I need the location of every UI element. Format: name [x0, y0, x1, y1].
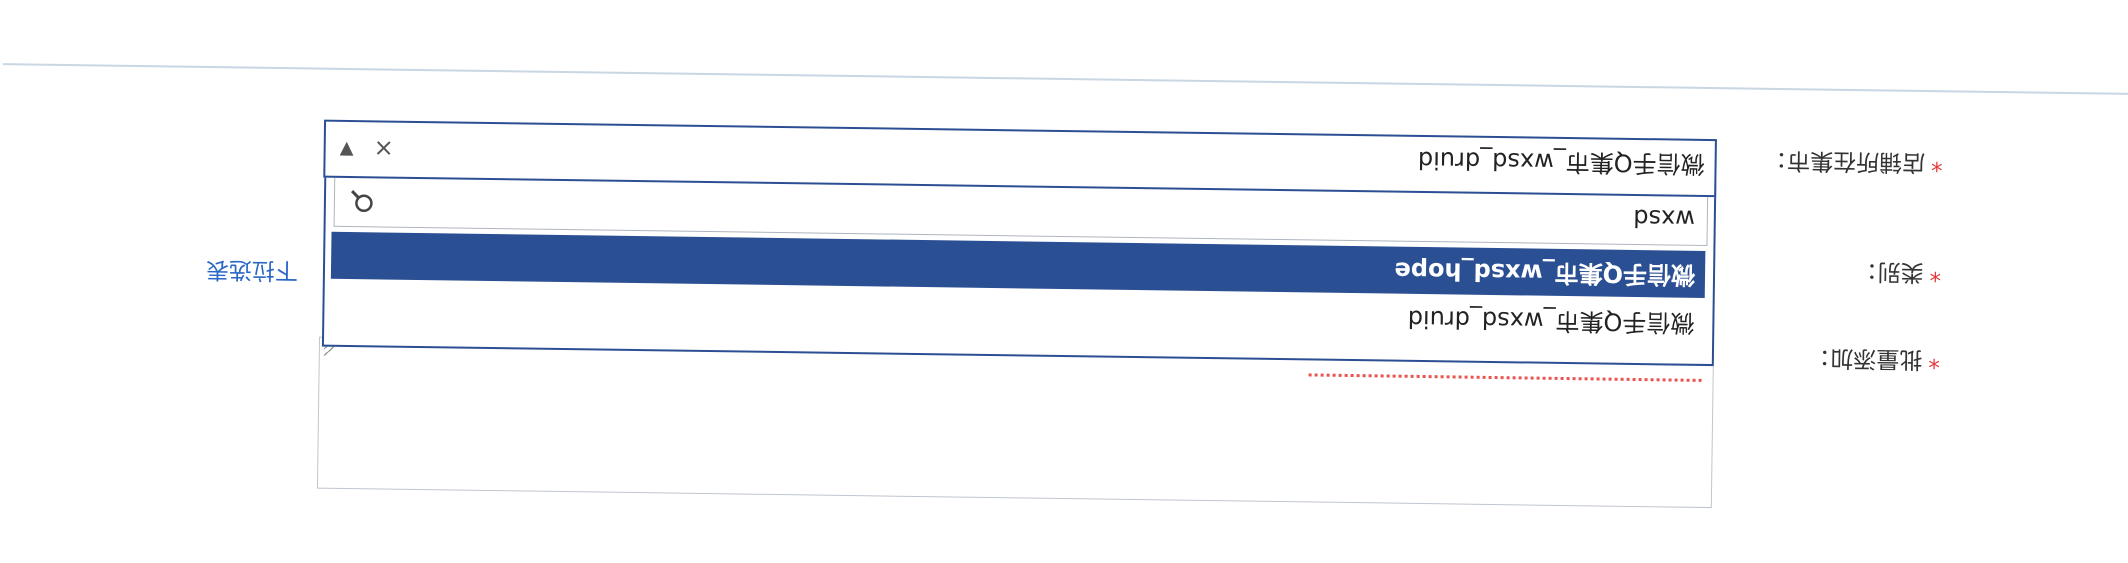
close-icon[interactable]: × [373, 134, 393, 162]
search-icon [351, 190, 373, 212]
market-label-row: *店铺所在集市： [1764, 146, 1943, 182]
market-select-value: 微信手Q集市_wxsd_druid [1417, 145, 1705, 178]
required-mark: * [1928, 346, 1941, 373]
chevron-down-icon[interactable]: ▼ [340, 139, 354, 160]
required-mark: * [1930, 149, 1943, 176]
toggle-dropdown-link[interactable]: 下拉选表 [206, 255, 298, 290]
batch-add-label-row: *批量添加： [1807, 343, 1940, 379]
category-label: 类别： [1854, 258, 1924, 286]
required-mark: * [1929, 259, 1942, 286]
divider [2, 63, 2128, 95]
batch-add-label: 批量添加： [1807, 344, 1923, 372]
category-label-row: *类别： [1854, 257, 1941, 292]
form-panel: *店铺所在集市： *类别： *批量添加： 微信手Q集市_wxsd_druid 微… [0, 0, 2128, 563]
market-label: 店铺所在集市： [1763, 146, 1926, 176]
